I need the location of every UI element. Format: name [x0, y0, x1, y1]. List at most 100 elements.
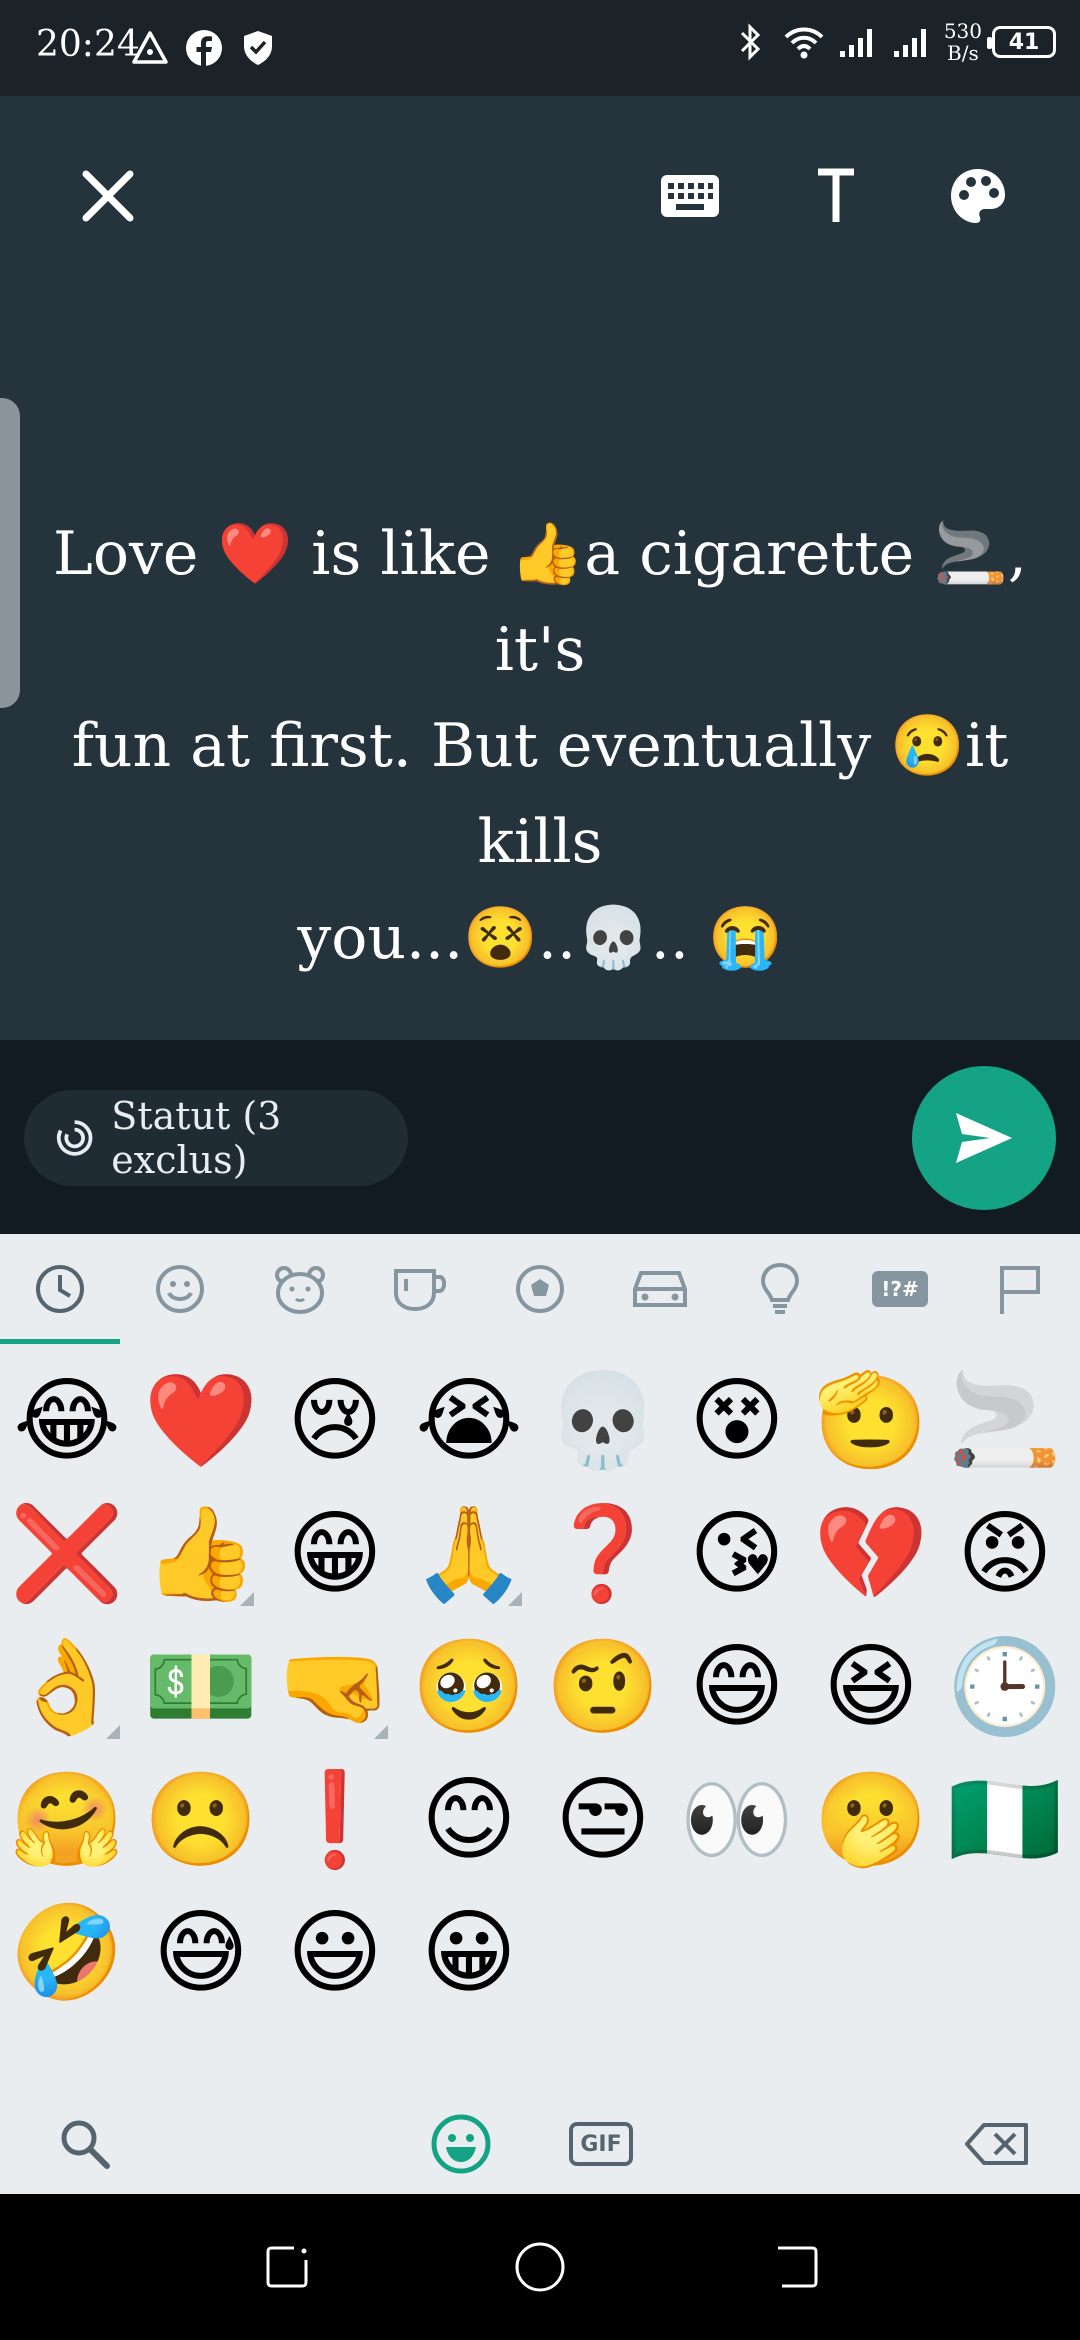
facebook-icon [182, 26, 226, 70]
status-line: you...😵..💀.. 😭 [297, 903, 783, 973]
emoji-key[interactable]: 👀 [670, 1753, 804, 1886]
smiley-icon [156, 1265, 204, 1313]
recents-button[interactable] [254, 2234, 320, 2300]
home-button[interactable] [507, 2234, 573, 2300]
emoji-tab-icon [431, 2114, 491, 2174]
emoji-search-button[interactable] [50, 2104, 120, 2184]
emoji-key[interactable]: 🚬 [938, 1354, 1072, 1487]
category-flags[interactable] [960, 1234, 1080, 1344]
status-line: Love ❤️ is like 👍a cigarette 🚬, it's [53, 519, 1027, 685]
emoji-key[interactable]: ❗ [268, 1753, 402, 1886]
emoji-key[interactable]: 👌 [0, 1620, 134, 1753]
emoji-key[interactable]: 🫢 [804, 1753, 938, 1886]
gif-label: GIF [580, 2131, 622, 2157]
emoji-key[interactable]: 😘 [670, 1487, 804, 1620]
emoji-key[interactable]: 😊 [402, 1753, 536, 1886]
search-icon [61, 2120, 110, 2169]
recents-icon [266, 2246, 308, 2288]
home-icon [515, 2242, 565, 2292]
keyboard-button[interactable] [650, 156, 730, 236]
signal-1-icon [836, 20, 880, 64]
emoji-key[interactable]: 🫡 [804, 1354, 938, 1487]
emoji-category-bar: !?# [0, 1234, 1080, 1344]
emoji-key[interactable]: 💵 [134, 1620, 268, 1753]
lightbulb-icon [760, 1262, 800, 1314]
bear-icon [275, 1266, 325, 1314]
emoji-key[interactable]: 🤣 [0, 1886, 134, 2019]
category-travel[interactable] [600, 1234, 720, 1344]
close-button[interactable] [68, 156, 148, 236]
audience-selector[interactable]: Statut (3 exclus) [24, 1090, 408, 1186]
category-symbols[interactable]: !?# [840, 1234, 960, 1344]
status-bar: 20:24 530 B/s 41 [0, 0, 1080, 96]
emoji-key[interactable]: 😆 [804, 1620, 938, 1753]
battery-icon: 41 [987, 26, 1056, 58]
emoji-keyboard: !?# 😂 ❤️ 😢 😭 💀 😵 🫡 🚬 ❌ 👍 😁 🙏 ❓ 😘 💔 😡 👌 💵 🤜 🥹 🤨 😄 😆 🕒 🤗 ☹️ ❗ 😊 😒 👀 🫢 🇳🇬 🤣… [0, 1234, 1080, 2194]
emoji-key[interactable]: 🥹 [402, 1620, 536, 1753]
net-speed: 530 B/s [944, 20, 982, 64]
emoji-key[interactable]: ❌ [0, 1487, 134, 1620]
triangle-icon [128, 26, 172, 70]
soccer-ball-icon [516, 1265, 564, 1313]
emoji-key[interactable]: 💔 [804, 1487, 938, 1620]
emoji-key[interactable]: 🤜 [268, 1620, 402, 1753]
emoji-key[interactable]: 😄 [670, 1620, 804, 1753]
back-button[interactable] [764, 2234, 830, 2300]
navigation-bar [0, 2194, 1080, 2340]
emoji-key[interactable]: 🙏 [402, 1487, 536, 1620]
symbols-icon: !?# [872, 1271, 928, 1307]
text-style-button[interactable] [796, 156, 876, 236]
shield-check-icon [236, 26, 280, 70]
car-icon [633, 1271, 687, 1307]
status-text[interactable]: Love ❤️ is like 👍a cigarette 🚬, it's fun… [40, 506, 1040, 986]
emoji-key[interactable]: ☹️ [134, 1753, 268, 1886]
emoji-grid: 😂 ❤️ 😢 😭 💀 😵 🫡 🚬 ❌ 👍 😁 🙏 ❓ 😘 💔 😡 👌 💵 🤜 🥹 🤨 😄 😆 🕒 🤗 ☹️ ❗ 😊 😒 👀 🫢 🇳🇬 🤣 😅 😃 😀 [0, 1354, 1080, 2019]
backspace-icon [965, 2123, 1028, 2165]
emoji-key[interactable]: 😁 [268, 1487, 402, 1620]
emoji-key[interactable]: 😀 [402, 1886, 536, 2019]
emoji-key[interactable]: 🤗 [0, 1753, 134, 1886]
status-editor: Love ❤️ is like 👍a cigarette 🚬, it's fun… [0, 96, 1080, 1040]
gif-icon: GIF [569, 2122, 633, 2166]
emoji-key[interactable]: ❓ [536, 1487, 670, 1620]
emoji-key[interactable]: 💀 [536, 1354, 670, 1487]
audience-label: Statut (3 exclus) [111, 1094, 282, 1182]
emoji-key[interactable]: 🤨 [536, 1620, 670, 1753]
gif-tab-button[interactable]: GIF [566, 2104, 636, 2184]
category-food[interactable] [360, 1234, 480, 1344]
close-icon [82, 170, 134, 222]
emoji-key[interactable]: 😂 [0, 1354, 134, 1487]
bluetooth-icon [728, 20, 772, 64]
emoji-key[interactable]: 😃 [268, 1886, 402, 2019]
status-time: 20:24 [36, 24, 140, 65]
category-recent[interactable] [0, 1234, 120, 1344]
emoji-key[interactable]: 😵 [670, 1354, 804, 1487]
back-icon [778, 2246, 818, 2288]
color-button[interactable] [938, 156, 1018, 236]
palette-icon [951, 169, 1005, 223]
emoji-key[interactable]: 🇳🇬 [938, 1753, 1072, 1886]
send-icon [956, 1113, 1012, 1163]
wifi-icon [782, 20, 826, 64]
category-objects[interactable] [720, 1234, 840, 1344]
backspace-button[interactable] [960, 2104, 1034, 2184]
keyboard-icon [661, 175, 719, 217]
emoji-key[interactable]: 😭 [402, 1354, 536, 1487]
emoji-key[interactable]: ❤️ [134, 1354, 268, 1487]
emoji-key[interactable]: 😒 [536, 1753, 670, 1886]
category-activities[interactable] [480, 1234, 600, 1344]
category-animals[interactable] [240, 1234, 360, 1344]
cup-icon [394, 1269, 447, 1312]
emoji-key[interactable]: 👍 [134, 1487, 268, 1620]
category-smileys[interactable] [120, 1234, 240, 1344]
flag-icon [1000, 1266, 1040, 1314]
side-drawer-handle[interactable] [0, 398, 20, 708]
status-ring-icon [56, 1120, 93, 1156]
send-button[interactable] [912, 1066, 1056, 1210]
emoji-key[interactable]: 😅 [134, 1886, 268, 2019]
emoji-key[interactable]: 😢 [268, 1354, 402, 1487]
emoji-key[interactable]: 😡 [938, 1487, 1072, 1620]
emoji-tab-button[interactable] [426, 2104, 496, 2184]
emoji-key[interactable]: 🕒 [938, 1620, 1072, 1753]
signal-2-icon [890, 20, 934, 64]
